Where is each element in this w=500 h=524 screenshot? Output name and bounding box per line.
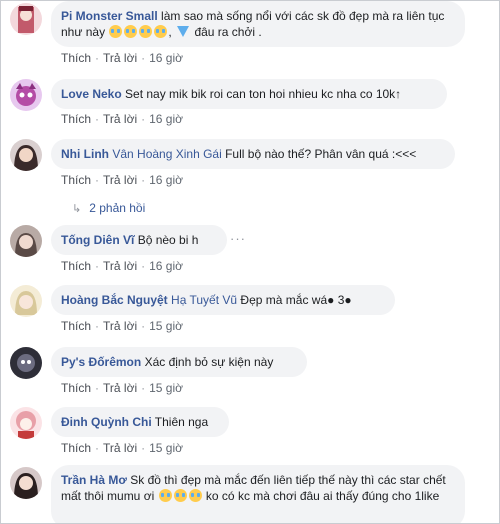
comment-actions: Thích · Trả lời · 16 giờ [61,51,183,65]
comment-text: ko có kc mà chơi đâu ai thấy đúng cho 1l… [205,489,440,503]
comment-actions: Thích · Trả lời · 15 giờ [61,441,183,455]
comment-bubble: Tống Diên Vĩ Bộ nèo bi h [51,225,227,255]
reply-link[interactable]: Trả lời [103,319,137,333]
crying-emoji-icon [173,489,187,502]
comment-actions: Thích · Trả lời · 15 giờ [61,381,183,395]
commenter-name[interactable]: Pi Monster Small [61,9,158,23]
avatar[interactable] [10,3,42,35]
crying-emoji-icon [139,25,153,38]
commenter-name[interactable]: Love Neko [61,87,122,101]
reply-link[interactable]: Trả lời [103,112,137,126]
comment-text: Bộ nèo bi h [137,233,199,247]
comment: Trần Hà Mơ Sk đồ thì đẹp mà mắc đến liên… [10,465,495,523]
commenter-name[interactable]: Py's Đốrêmon [61,355,141,369]
crying-emoji-icon [158,489,172,502]
comment-bubble: Hoàng Bắc Nguyệt Hạ Tuyết Vũ Đẹp mà mắc … [51,285,395,315]
avatar[interactable] [10,225,42,257]
crying-emoji-icon [109,25,123,38]
avatar[interactable] [10,285,42,317]
like-link[interactable]: Thích [61,173,91,187]
comment-text: Thiên nga [154,415,209,429]
more-options-icon[interactable]: ··· [230,231,246,246]
comment-bubble: Đinh Quỳnh Chi Thiên nga [51,407,229,437]
reply-link[interactable]: Trả lời [103,259,137,273]
commenter-name[interactable]: Đinh Quỳnh Chi [61,415,152,429]
comment-text: đâu ra chởi . [194,25,262,39]
reply-arrow-icon: ↳ [72,203,82,215]
comment: Nhi Linh Vân Hoàng Xinh Gái Full bộ nào … [10,139,495,217]
comment-actions: Thích · Trả lời · 16 giờ [61,259,183,273]
reply-link[interactable]: Trả lời [103,441,137,455]
like-link[interactable]: Thích [61,441,91,455]
replies-count[interactable]: 2 phản hồi [89,201,145,215]
comment-text: Full bộ nào thế? Phân vân quá :<<< [225,147,417,161]
like-link[interactable]: Thích [61,319,91,333]
reply-link[interactable]: Trả lời [103,173,137,187]
crying-emoji-icon [124,25,138,38]
like-link[interactable]: Thích [61,381,91,395]
avatar[interactable] [10,347,42,379]
comment-time[interactable]: 16 giờ [149,112,183,126]
comment-time[interactable]: 16 giờ [149,173,183,187]
commenter-name[interactable]: Nhi Linh [61,147,109,161]
comment-bubble: Trần Hà Mơ Sk đồ thì đẹp mà mắc đến liên… [51,465,465,523]
comment-text: , [168,25,172,39]
comment-text: Đẹp mà mắc wá● 3● [240,293,352,307]
reply-link[interactable]: Trả lời [103,381,137,395]
view-replies-link[interactable]: ↳ 2 phản hồi [72,201,145,216]
comment-bubble: Py's Đốrêmon Xác định bỏ sự kiện này [51,347,307,377]
avatar[interactable] [10,467,42,499]
avatar[interactable] [10,79,42,111]
comment-time[interactable]: 15 giờ [149,381,183,395]
commenter-name[interactable]: Tống Diên Vĩ [61,233,134,247]
comments-panel: Pi Monster Small làm sao mà sống nổi với… [0,0,500,524]
crying-emoji-icon [188,489,202,502]
comment: Hoàng Bắc Nguyệt Hạ Tuyết Vũ Đẹp mà mắc … [10,285,495,337]
tagged-user[interactable]: Hạ Tuyết Vũ [171,293,237,307]
comment-actions: Thích · Trả lời · 16 giờ [61,112,183,126]
comment: Py's Đốrêmon Xác định bỏ sự kiện này Thí… [10,345,495,397]
comment-time[interactable]: 16 giờ [149,51,183,65]
like-link[interactable]: Thích [61,112,91,126]
comment: Đinh Quỳnh Chi Thiên nga Thích · Trả lời · 1… [10,407,495,459]
diamond-icon [177,26,190,37]
comment-text: Set nay mik bik roi can ton hoi nhieu kc… [125,87,402,101]
comment-actions: Thích · Trả lời · 15 giờ [61,319,183,333]
comment-time[interactable]: 15 giờ [149,319,183,333]
comment-time[interactable]: 15 giờ [149,441,183,455]
comment: Tống Diên Vĩ Bộ nèo bi h ··· Thích · Trả l… [10,225,495,277]
comment-time[interactable]: 16 giờ [149,259,183,273]
comment: Love Neko Set nay mik bik roi can ton ho… [10,77,495,129]
like-link[interactable]: Thích [61,51,91,65]
avatar[interactable] [10,139,42,171]
tagged-user[interactable]: Vân Hoàng Xinh Gái [112,147,221,161]
comment-bubble: Nhi Linh Vân Hoàng Xinh Gái Full bộ nào … [51,139,455,169]
comment-actions: Thích · Trả lời · 16 giờ [61,173,183,187]
comment-bubble: Love Neko Set nay mik bik roi can ton ho… [51,79,447,109]
commenter-name[interactable]: Trần Hà Mơ [61,473,127,487]
comment: Pi Monster Small làm sao mà sống nổi với… [10,1,495,71]
comment-text: Xác định bỏ sự kiện này [144,355,274,369]
crying-emoji-icon [154,25,168,38]
reply-link[interactable]: Trả lời [103,51,137,65]
avatar[interactable] [10,407,42,439]
comment-bubble: Pi Monster Small làm sao mà sống nổi với… [51,1,465,47]
commenter-name[interactable]: Hoàng Bắc Nguyệt [61,293,168,307]
like-link[interactable]: Thích [61,259,91,273]
